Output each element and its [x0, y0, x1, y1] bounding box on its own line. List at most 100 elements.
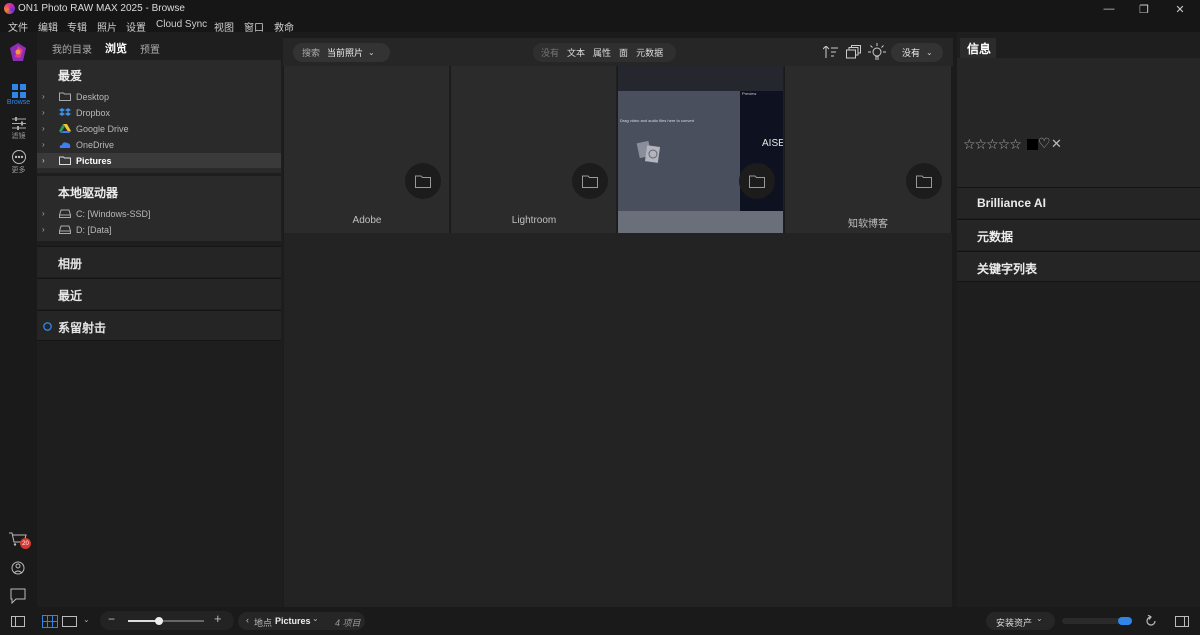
toggle-left-panel-icon[interactable]	[11, 616, 25, 627]
bottom-bar: ⌄ − + ‹ 地点 Pictures ⌄ 4 项目 安装资产 ⌄	[0, 607, 1200, 635]
folder-tile-thumbnail[interactable]: Drag video and audio files here to conve…	[618, 66, 784, 233]
folder-name: Lightroom	[511, 215, 557, 226]
sort-by-dropdown[interactable]: 没有 ⌄	[891, 43, 943, 62]
sort-icon[interactable]	[823, 46, 838, 59]
thumbnail-image	[636, 138, 668, 168]
feedback-button[interactable]	[10, 588, 26, 605]
metadata-title: 元数据	[977, 230, 1014, 244]
slider-thumb[interactable]	[155, 617, 163, 625]
more-dots-icon	[11, 150, 26, 164]
browse-area-background	[284, 233, 952, 607]
tab-presets[interactable]: 预置	[140, 41, 160, 56]
location-label: 地点	[254, 618, 273, 628]
folder-tile[interactable]: Adobe	[284, 66, 450, 233]
brilliance-ai-section[interactable]: Brilliance AI	[957, 187, 1200, 218]
folder-tile[interactable]: 知软博客	[785, 66, 951, 233]
minimize-button[interactable]: —	[1096, 1, 1122, 17]
install-assets-dropdown[interactable]: 安装资产 ⌄	[986, 612, 1055, 630]
folder-icon	[59, 156, 71, 165]
close-button[interactable]: ✕	[1167, 1, 1193, 17]
tab-catalog[interactable]: 我的目录	[52, 41, 92, 56]
favorite-item[interactable]: › Desktop	[37, 89, 281, 104]
filter-text[interactable]: 文本	[567, 46, 585, 59]
heart-icon[interactable]: ♡	[1038, 135, 1051, 152]
browse-module-button[interactable]: Browse	[0, 84, 37, 106]
chevron-right-icon[interactable]: ›	[42, 140, 50, 149]
filter-faces[interactable]: 面	[619, 46, 628, 59]
more-module-button[interactable]: 更多	[0, 150, 37, 175]
thumbnail-size-slider[interactable]	[128, 617, 204, 625]
refresh-icon[interactable]	[1145, 615, 1157, 627]
chevron-right-icon[interactable]: ›	[42, 124, 50, 133]
folder-icon	[739, 163, 775, 199]
lightbulb-icon[interactable]	[868, 43, 886, 61]
albums-title: 相册	[58, 257, 83, 271]
rating-stars[interactable]: ☆☆☆☆☆	[963, 136, 1022, 153]
favorite-item[interactable]: › Dropbox	[37, 105, 281, 120]
chevron-right-icon[interactable]: ›	[42, 108, 50, 117]
right-panel: 信息 ☆☆☆☆☆ ♡ ✕ Brilliance AI 元数据 关键字列表	[957, 32, 1200, 607]
recent-section[interactable]: 最近	[37, 278, 281, 309]
filter-bar: 没有 文本 属性 面 元数据	[533, 43, 676, 62]
chevron-right-icon[interactable]: ›	[42, 209, 50, 218]
albums-section[interactable]: 相册	[37, 246, 281, 277]
favorite-item[interactable]: › OneDrive	[37, 137, 281, 152]
tethered-shooting-section[interactable]: 系留射击	[37, 310, 281, 341]
favorite-item-selected[interactable]: › Pictures	[37, 153, 281, 168]
sort-by-value: 没有	[902, 48, 921, 58]
tab-info[interactable]: 信息	[960, 38, 996, 58]
stack-icon[interactable]	[846, 45, 861, 59]
filter-none[interactable]: 没有	[541, 46, 559, 59]
thumbnail-text: Drag video and audio files here to conve…	[620, 118, 695, 123]
filter-metadata[interactable]: 元数据	[636, 46, 663, 59]
menu-cloud-sync[interactable]: Cloud Sync	[156, 19, 207, 30]
favorite-item[interactable]: › Google Drive	[37, 121, 281, 136]
drive-label: C: [Windows-SSD]	[76, 208, 151, 219]
maximize-button[interactable]: ❐	[1131, 1, 1157, 17]
zoom-in-icon[interactable]: +	[214, 611, 222, 626]
chevron-down-icon: ⌄	[926, 48, 933, 57]
grid-view-icon[interactable]	[42, 615, 58, 628]
tab-browse[interactable]: 浏览	[105, 40, 127, 56]
chevron-right-icon[interactable]: ›	[42, 225, 50, 234]
favorites-title[interactable]: 最爱	[58, 67, 82, 84]
sync-button[interactable]	[10, 560, 26, 576]
thumbnail-size-control: − +	[100, 611, 234, 630]
chevron-right-icon[interactable]: ›	[42, 156, 50, 165]
local-drives-title[interactable]: 本地驱动器	[58, 184, 118, 201]
more-module-label: 更多	[11, 167, 26, 174]
window-title: ON1 Photo RAW MAX 2025 - Browse	[18, 3, 185, 14]
folder-name: 知软博客	[848, 219, 888, 230]
module-rail: Browse 滤镜 更多 20	[0, 32, 37, 607]
filter-attributes[interactable]: 属性	[593, 46, 611, 59]
folder-icon	[572, 163, 608, 199]
search-label: 搜索	[302, 48, 321, 58]
location-value[interactable]: Pictures	[275, 616, 311, 626]
reject-icon[interactable]: ✕	[1051, 136, 1062, 152]
search-dropdown[interactable]: 搜索 当前照片 ⌄	[293, 43, 390, 62]
folder-name: Adobe	[352, 215, 382, 226]
toggle-right-panel-icon[interactable]	[1175, 616, 1189, 627]
chevron-down-icon[interactable]: ⌄	[312, 614, 319, 623]
back-chevron-icon[interactable]: ‹	[246, 615, 249, 625]
chevron-right-icon[interactable]: ›	[42, 92, 50, 101]
metadata-section[interactable]: 元数据	[957, 219, 1200, 250]
folder-icon	[906, 163, 942, 199]
tab-info-label: 信息	[967, 42, 992, 56]
drive-item[interactable]: › D: [Data]	[37, 222, 281, 237]
color-label-swatch[interactable]	[1027, 139, 1038, 150]
app-logo-icon	[4, 3, 15, 14]
folder-tile[interactable]: Lightroom	[451, 66, 617, 233]
cart-button[interactable]: 20	[9, 532, 31, 549]
dropbox-icon	[59, 108, 71, 116]
keyword-list-section[interactable]: 关键字列表	[957, 251, 1200, 282]
item-count: 4 项目	[335, 618, 361, 628]
detail-view-icon[interactable]	[62, 616, 77, 627]
drive-icon	[59, 209, 71, 218]
zoom-out-icon[interactable]: −	[108, 612, 115, 626]
filters-module-button[interactable]: 滤镜	[0, 117, 37, 141]
drive-item[interactable]: › C: [Windows-SSD]	[37, 206, 281, 221]
sliders-icon	[11, 117, 26, 130]
chevron-down-icon[interactable]: ⌄	[83, 615, 90, 624]
favorite-label: Google Drive	[76, 123, 129, 134]
